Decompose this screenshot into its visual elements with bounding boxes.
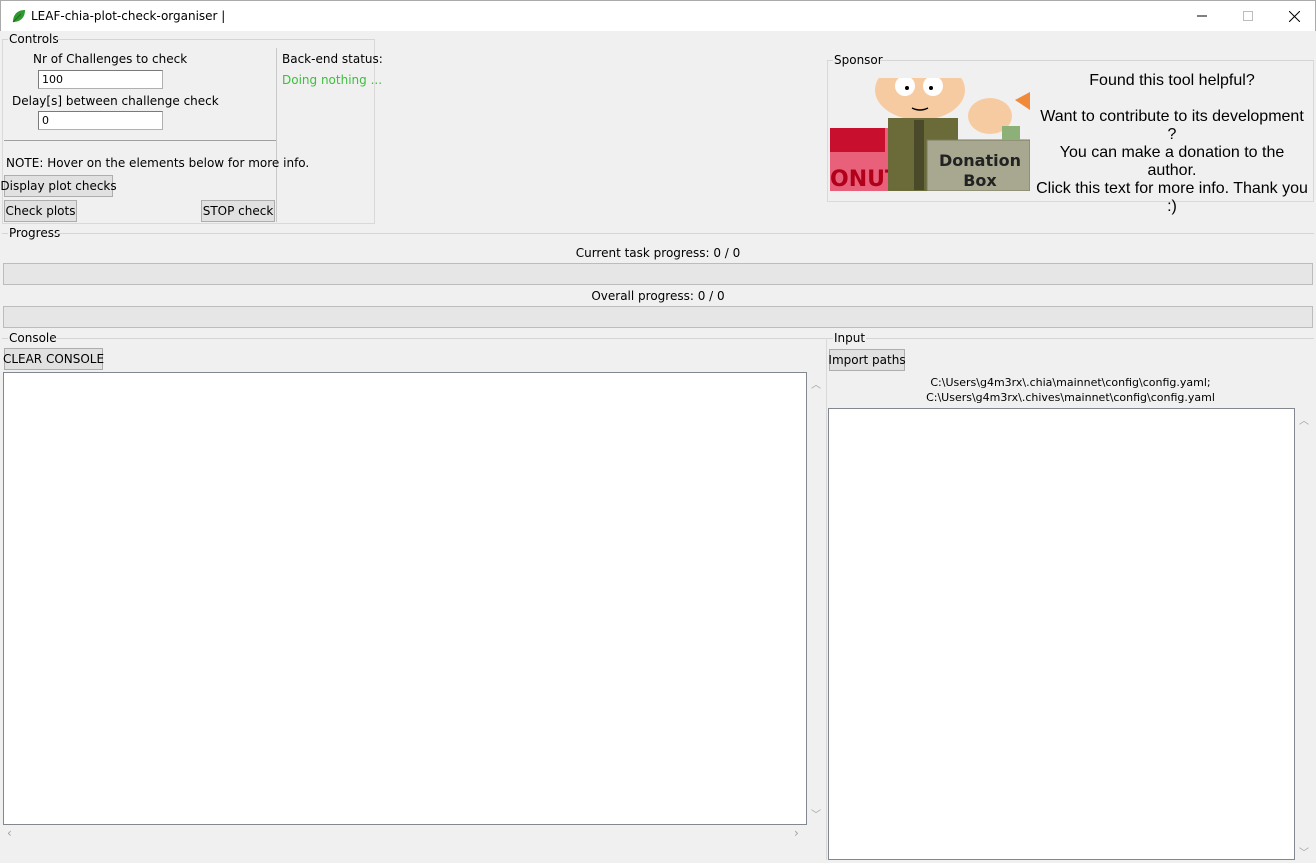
window-title: LEAF-chia-plot-check-organiser | bbox=[31, 9, 226, 23]
donation-image[interactable]: ONUTS Donation Box bbox=[830, 78, 1030, 191]
maximize-icon bbox=[1243, 11, 1253, 21]
config-path-2: C:\Users\g4m3rx\.chives\mainnet\config\c… bbox=[926, 391, 1215, 404]
minimize-button[interactable] bbox=[1179, 1, 1225, 31]
console-output[interactable] bbox=[3, 372, 807, 825]
sponsor-line-3[interactable]: You can make a donation to the author. bbox=[1034, 144, 1310, 180]
sponsor-line-1[interactable]: Found this tool helpful? bbox=[1034, 72, 1310, 90]
challenges-input[interactable] bbox=[38, 70, 163, 89]
overall-progress-bar bbox=[3, 306, 1313, 328]
import-paths-button[interactable]: Import paths bbox=[828, 349, 906, 371]
backend-status-label: Back-end status: bbox=[282, 52, 383, 66]
frame-line bbox=[56, 39, 375, 40]
chevron-up-icon[interactable]: ︿ bbox=[1299, 412, 1309, 427]
separator bbox=[826, 338, 827, 860]
input-frame-label: Input bbox=[834, 331, 866, 345]
chevron-down-icon[interactable]: ﹀ bbox=[811, 806, 821, 821]
check-plots-button[interactable]: Check plots bbox=[4, 200, 77, 222]
input-vertical-scrollbar[interactable]: ︿ ﹀ bbox=[1296, 408, 1313, 860]
title-bar[interactable]: LEAF-chia-plot-check-organiser | bbox=[0, 0, 1316, 31]
frame-line bbox=[54, 338, 826, 339]
overall-progress-label: Overall progress: 0 / 0 bbox=[591, 289, 725, 303]
delay-label: Delay[s] between challenge check bbox=[12, 94, 219, 108]
frame-line bbox=[2, 233, 8, 234]
frame-line bbox=[827, 338, 833, 339]
console-frame-label: Console bbox=[9, 331, 57, 345]
frame-line bbox=[866, 338, 1314, 339]
clear-console-button[interactable]: CLEAR CONSOLE bbox=[3, 348, 104, 370]
chevron-down-icon[interactable]: ﹀ bbox=[1299, 844, 1309, 859]
close-icon bbox=[1288, 10, 1300, 22]
input-paths-text[interactable] bbox=[828, 408, 1295, 860]
display-plot-checks-button[interactable]: Display plot checks bbox=[0, 175, 117, 197]
delay-input[interactable] bbox=[38, 111, 163, 130]
maximize-button[interactable] bbox=[1225, 1, 1271, 31]
frame-line bbox=[56, 233, 1314, 234]
minimize-icon bbox=[1197, 15, 1207, 17]
chevron-right-icon[interactable]: › bbox=[794, 826, 799, 840]
frame-line bbox=[2, 338, 8, 339]
close-button[interactable] bbox=[1271, 1, 1316, 31]
frame-line bbox=[2, 39, 8, 40]
leaf-icon bbox=[12, 10, 25, 23]
donation-box-text-2: Box bbox=[963, 171, 997, 190]
backend-status-value: Doing nothing ... bbox=[282, 73, 383, 87]
chevron-up-icon[interactable]: ︿ bbox=[811, 376, 821, 391]
sponsor-line-2[interactable]: Want to contribute to its development ? bbox=[1034, 108, 1310, 144]
console-horizontal-scrollbar[interactable]: ‹ › bbox=[3, 825, 807, 842]
note-text: NOTE: Hover on the elements below for mo… bbox=[6, 156, 310, 170]
current-task-progress-label: Current task progress: 0 / 0 bbox=[575, 246, 741, 260]
separator bbox=[276, 48, 277, 222]
challenges-label: Nr of Challenges to check bbox=[33, 52, 188, 66]
console-vertical-scrollbar[interactable]: ︿ ﹀ bbox=[808, 372, 825, 825]
separator bbox=[4, 140, 276, 141]
progress-frame-label: Progress bbox=[9, 226, 61, 240]
frame-line bbox=[827, 60, 833, 61]
frame-line bbox=[880, 60, 1314, 61]
chevron-left-icon[interactable]: ‹ bbox=[7, 826, 12, 840]
stop-check-button[interactable]: STOP check bbox=[201, 200, 275, 222]
current-task-progress-bar bbox=[3, 263, 1313, 285]
donation-box-text: Donation bbox=[939, 151, 1021, 170]
sponsor-line-4[interactable]: Click this text for more info. Thank you… bbox=[1034, 180, 1310, 216]
config-path-1: C:\Users\g4m3rx\.chia\mainnet\config\con… bbox=[930, 376, 1211, 389]
